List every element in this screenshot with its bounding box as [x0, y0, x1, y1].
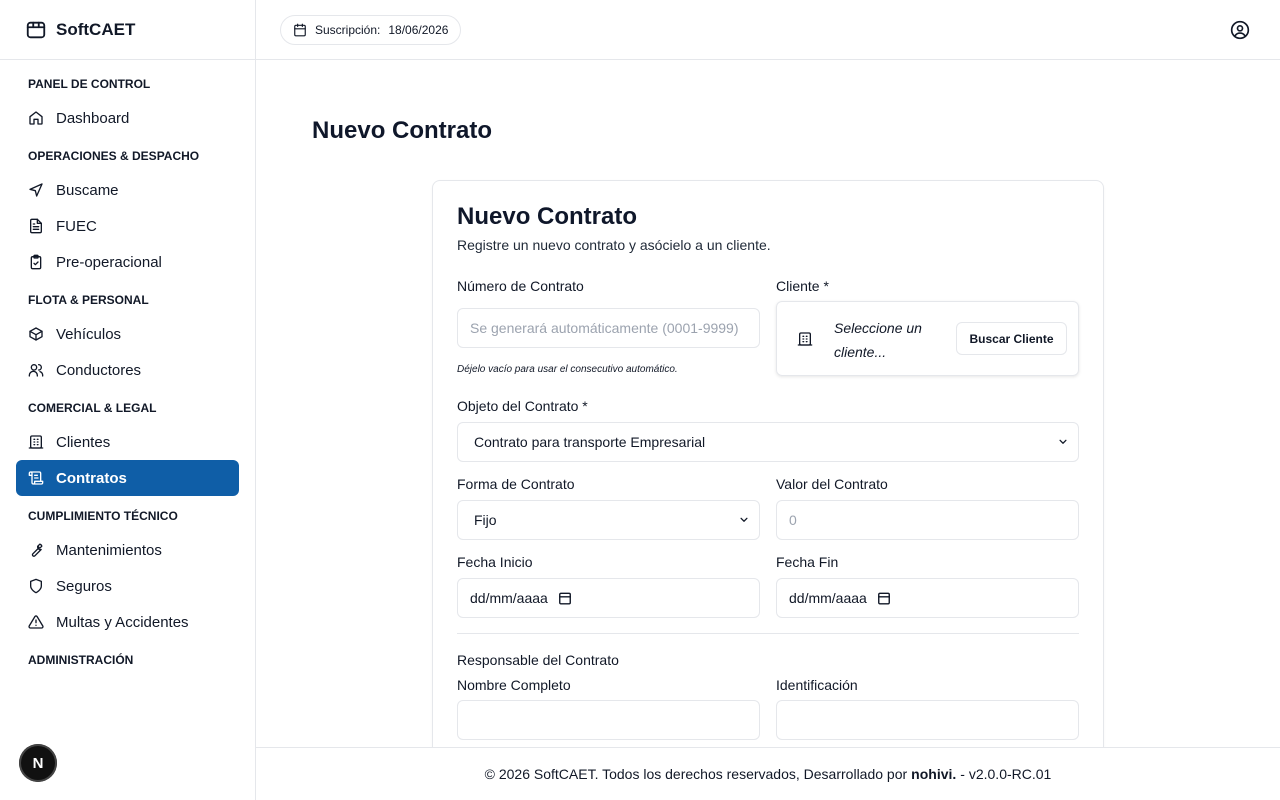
- buscar-cliente-button[interactable]: Buscar Cliente: [956, 322, 1067, 355]
- navigation-icon: [29, 183, 43, 197]
- shield-icon: [30, 578, 42, 594]
- objeto-select[interactable]: Contrato para transporte Empresarial: [457, 422, 1079, 462]
- sidebar-item-label: Dashboard: [56, 109, 130, 127]
- sidebar-item-label: Vehículos: [56, 325, 122, 343]
- nav-group-flota: FLOTA & PERSONAL: [28, 293, 149, 307]
- sidebar: SoftCAET PANEL DE CONTROL Dashboard OPER…: [0, 0, 256, 800]
- fecha-fin-label: Fecha Fin: [776, 554, 839, 570]
- users-icon: [28, 364, 44, 377]
- nombre-completo-input[interactable]: [457, 700, 760, 740]
- sidebar-item-vehiculos[interactable]: Vehículos: [16, 316, 239, 352]
- sidebar-item-label: Mantenimientos: [56, 541, 162, 559]
- form-title: Nuevo Contrato: [457, 203, 637, 230]
- clipboard-check-icon: [30, 254, 42, 270]
- wrench-icon: [31, 543, 43, 557]
- numero-label: Número de Contrato: [457, 278, 584, 294]
- sidebar-item-label: FUEC: [56, 217, 97, 235]
- user-circle-icon[interactable]: [1230, 20, 1250, 40]
- objeto-value: Contrato para transporte Empresarial: [474, 434, 706, 450]
- sidebar-item-clientes[interactable]: Clientes: [16, 424, 239, 460]
- brand[interactable]: SoftCAET: [0, 0, 255, 60]
- sidebar-item-label: Multas y Accidentes: [56, 613, 189, 631]
- sidebar-item-label: Buscame: [56, 181, 119, 199]
- page-title: Nuevo Contrato: [312, 117, 492, 144]
- cliente-label: Cliente *: [776, 278, 829, 294]
- cliente-value: Seleccione un cliente...: [834, 320, 922, 360]
- nav-group-comercial: COMERCIAL & LEGAL: [28, 401, 157, 415]
- identificacion-label: Identificación: [776, 677, 858, 693]
- nav-group-operaciones: OPERACIONES & DESPACHO: [28, 149, 200, 163]
- fecha-inicio-label: Fecha Inicio: [457, 554, 533, 570]
- package-logo-icon: [26, 21, 46, 38]
- nombre-label: Nombre Completo: [457, 677, 571, 693]
- forma-label: Forma de Contrato: [457, 476, 575, 492]
- section-divider: [457, 633, 1079, 634]
- footer: © 2026 SoftCAET. Todos los derechos rese…: [256, 747, 1280, 800]
- sidebar-item-conductores[interactable]: Conductores: [16, 352, 239, 388]
- top-header: Suscripción: 18/06/2026: [256, 0, 1280, 60]
- home-icon: [29, 111, 43, 125]
- sidebar-item-label: Seguros: [56, 577, 112, 595]
- responsable-heading: Responsable del Contrato: [457, 652, 619, 668]
- sidebar-nav: PANEL DE CONTROL Dashboard OPERACIONES &…: [0, 60, 255, 676]
- sidebar-item-dashboard[interactable]: Dashboard: [16, 100, 239, 136]
- contract-form-card: Nuevo Contrato Registre un nuevo contrat…: [432, 180, 1104, 800]
- fecha-inicio-input[interactable]: dd/mm/aaaa: [457, 578, 760, 618]
- subscription-label: Suscripción:: [315, 23, 381, 37]
- sidebar-item-seguros[interactable]: Seguros: [16, 568, 239, 604]
- fecha-fin-value: dd/mm/aaaa: [789, 590, 867, 606]
- fecha-fin-input[interactable]: dd/mm/aaaa: [776, 578, 1079, 618]
- footer-author: nohivi.: [911, 766, 957, 782]
- valor-label: Valor del Contrato: [776, 476, 888, 492]
- subscription-pill: Suscripción: 18/06/2026: [280, 15, 462, 45]
- fecha-inicio-value: dd/mm/aaaa: [470, 590, 548, 606]
- calendar-icon[interactable]: [558, 591, 572, 605]
- building-icon: [797, 332, 813, 346]
- footer-copyright: © 2026 SoftCAET. Todos los derechos rese…: [484, 766, 908, 782]
- app-name: SoftCAET: [56, 19, 136, 39]
- sidebar-item-label: Clientes: [56, 433, 111, 451]
- numero-hint: Déjelo vacío para usar el consecutivo au…: [457, 364, 678, 375]
- subscription-date: 18/06/2026: [388, 23, 449, 37]
- footer-version: - v2.0.0-RC.01: [960, 766, 1052, 782]
- numero-contrato-input[interactable]: Se generará automáticamente (0001-9999): [457, 308, 760, 348]
- sidebar-item-buscame[interactable]: Buscame: [16, 172, 239, 208]
- chevron-down-icon: [740, 517, 748, 522]
- sidebar-item-mantenimientos[interactable]: Mantenimientos: [16, 532, 239, 568]
- forma-select[interactable]: Fijo: [457, 500, 760, 540]
- valor-contrato-input[interactable]: 0: [776, 500, 1079, 540]
- alert-triangle-icon: [28, 615, 44, 629]
- nav-group-administracion: ADMINISTRACIÓN: [28, 653, 134, 667]
- sidebar-item-label: Conductores: [56, 361, 142, 379]
- calendar-icon[interactable]: [877, 591, 891, 605]
- form-subtitle: Registre un nuevo contrato y asócielo a …: [457, 237, 771, 253]
- nav-group-cumplimiento: CUMPLIMIENTO TÉCNICO: [28, 509, 178, 523]
- sidebar-item-pre-operacional[interactable]: Pre-operacional: [16, 244, 239, 280]
- sidebar-item-fuec[interactable]: FUEC: [16, 208, 239, 244]
- box-icon: [29, 327, 43, 341]
- calendar-icon: [294, 23, 306, 37]
- file-text-icon: [30, 218, 42, 234]
- nextjs-badge[interactable]: N: [19, 744, 57, 782]
- sidebar-item-contratos[interactable]: Contratos: [16, 460, 239, 496]
- scroll-icon: [28, 471, 44, 485]
- sidebar-item-label: Pre-operacional: [56, 253, 162, 271]
- building-icon: [28, 435, 44, 449]
- sidebar-item-multas[interactable]: Multas y Accidentes: [16, 604, 239, 640]
- identificacion-input[interactable]: [776, 700, 1079, 740]
- cliente-selector: Seleccione un cliente... Buscar Cliente: [776, 301, 1079, 376]
- forma-value: Fijo: [474, 512, 497, 528]
- chevron-down-icon: [1059, 439, 1067, 444]
- nav-group-panel: PANEL DE CONTROL: [28, 77, 151, 91]
- objeto-label: Objeto del Contrato *: [457, 398, 588, 414]
- sidebar-item-label: Contratos: [56, 469, 127, 487]
